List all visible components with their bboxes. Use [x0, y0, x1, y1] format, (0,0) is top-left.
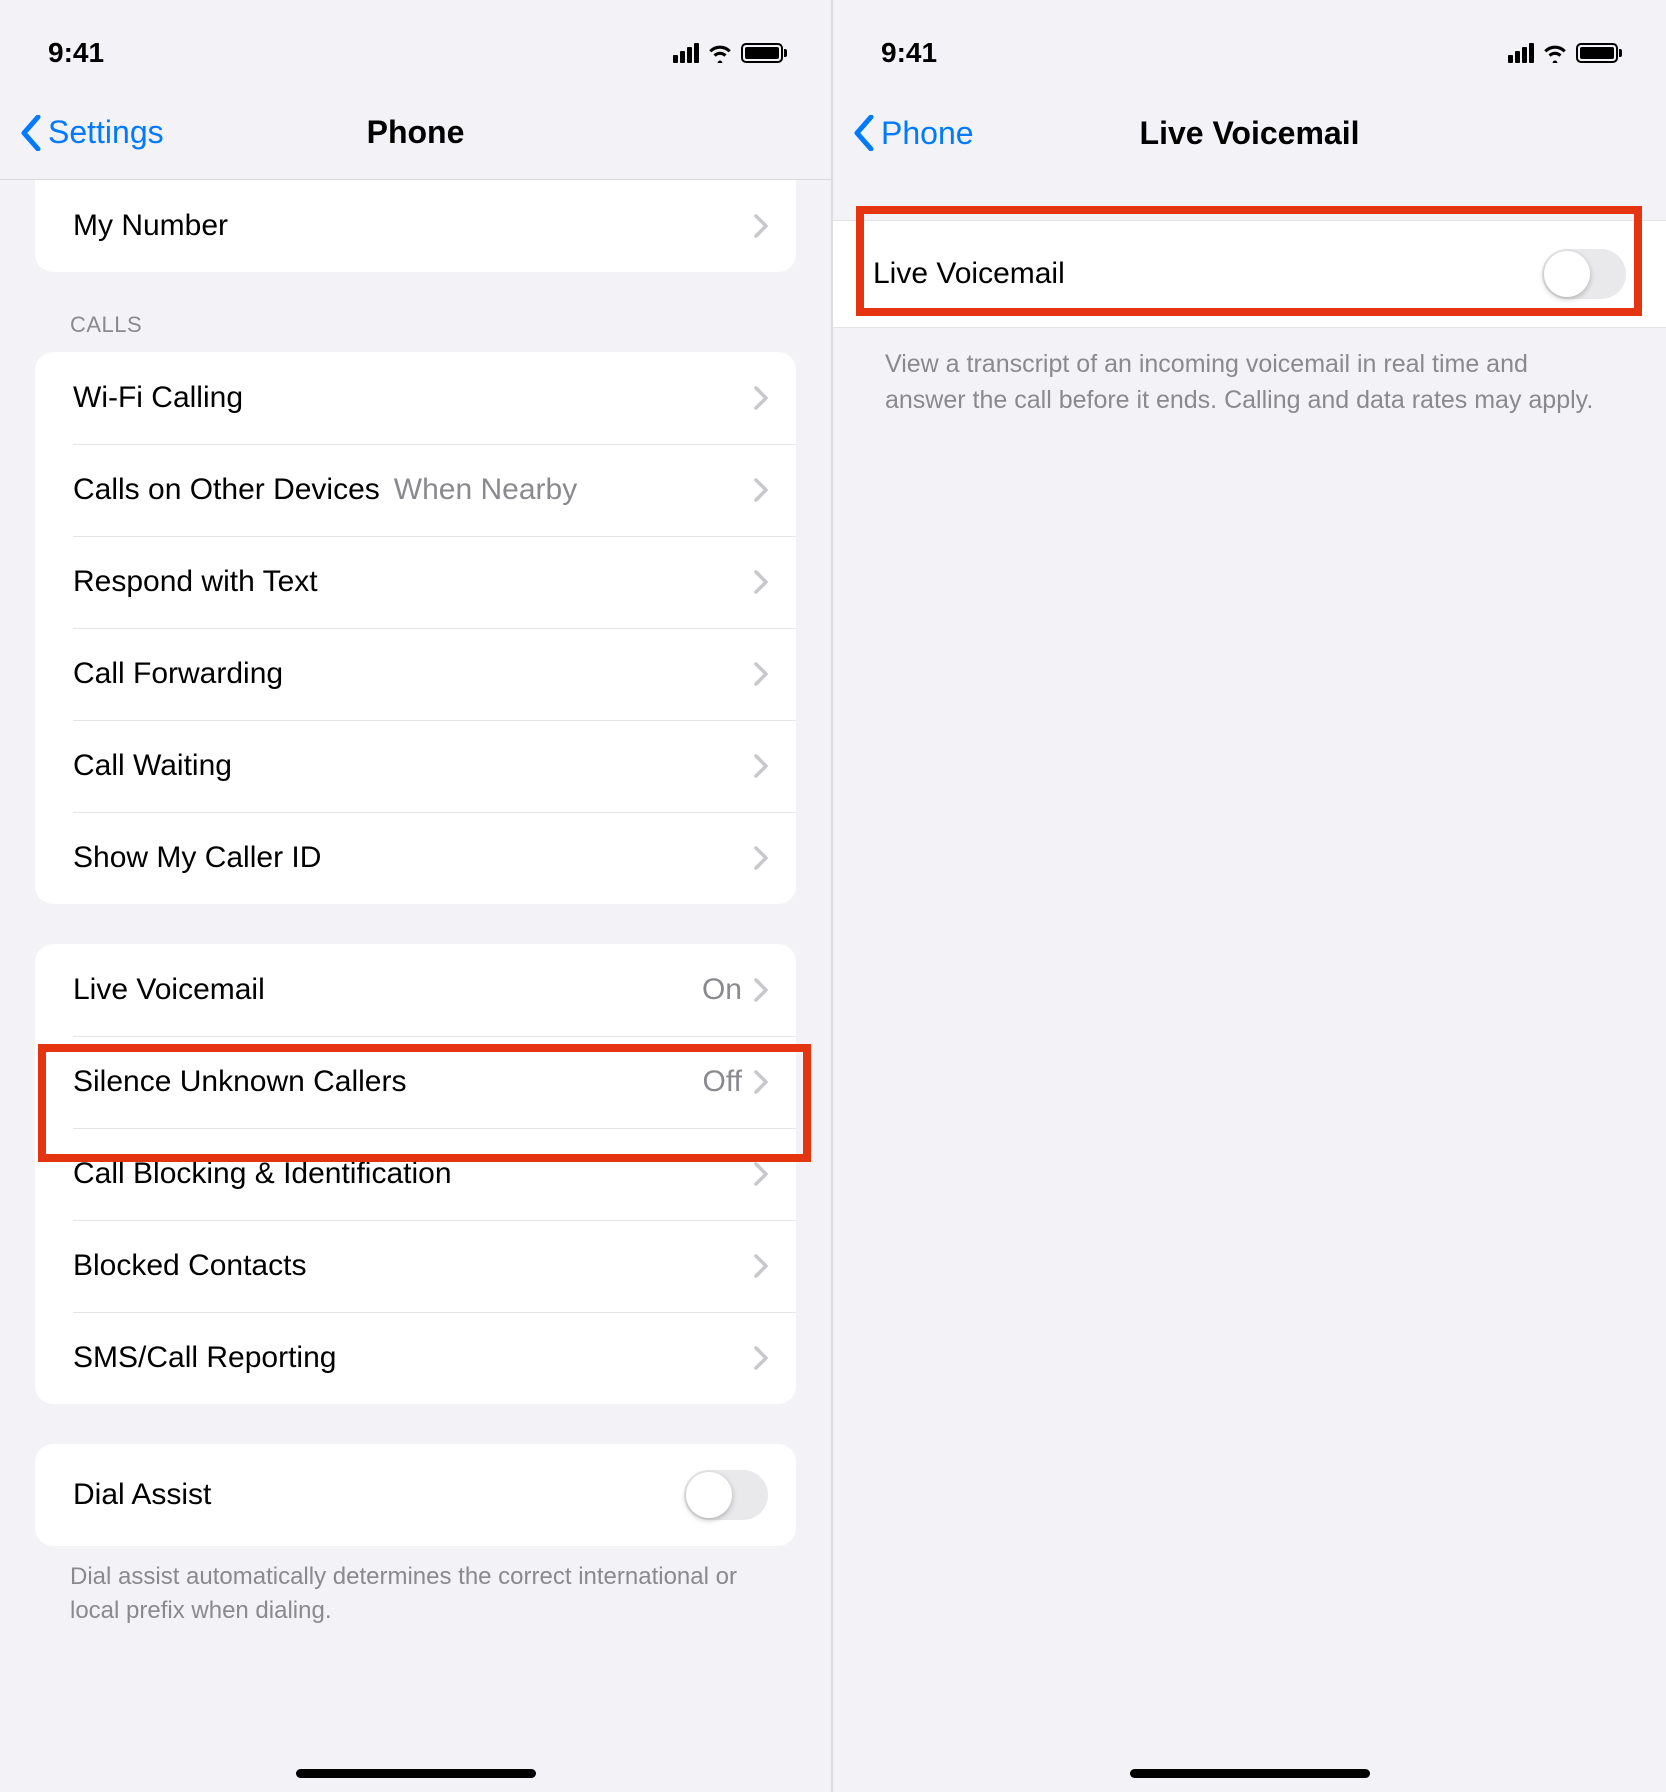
group-my-number: My Number	[35, 180, 796, 272]
row-respond-with-text[interactable]: Respond with Text	[35, 536, 796, 628]
chevron-right-icon	[754, 1254, 768, 1278]
live-voicemail-toggle[interactable]	[1542, 249, 1626, 299]
chevron-right-icon	[754, 386, 768, 410]
battery-icon	[1576, 43, 1618, 63]
wifi-icon	[1542, 43, 1568, 63]
chevron-right-icon	[754, 846, 768, 870]
row-silence-unknown-callers[interactable]: Silence Unknown Callers Off	[35, 1036, 796, 1128]
row-blocked-contacts[interactable]: Blocked Contacts	[35, 1220, 796, 1312]
status-bar: 9:41	[833, 0, 1666, 86]
row-call-waiting[interactable]: Call Waiting	[35, 720, 796, 812]
row-label: SMS/Call Reporting	[73, 1341, 754, 1375]
wifi-icon	[707, 43, 733, 63]
live-voicemail-screen: 9:41 Phone Live Voicemail Live Voicemail…	[833, 0, 1666, 1792]
cellular-signal-icon	[1508, 43, 1534, 63]
row-label: Respond with Text	[73, 565, 754, 599]
dial-assist-toggle[interactable]	[684, 1470, 768, 1520]
row-label: Show My Caller ID	[73, 841, 754, 875]
live-voicemail-description: View a transcript of an incoming voicema…	[885, 346, 1614, 419]
page-title: Live Voicemail	[1140, 115, 1360, 152]
page-title: Phone	[367, 114, 465, 151]
home-indicator[interactable]	[1130, 1769, 1370, 1778]
row-sms-call-reporting[interactable]: SMS/Call Reporting	[35, 1312, 796, 1404]
status-time: 9:41	[881, 37, 937, 69]
nav-bar: Phone Live Voicemail	[833, 86, 1666, 180]
status-icons	[673, 43, 783, 63]
chevron-left-icon	[20, 115, 42, 151]
row-value: Off	[703, 1065, 742, 1099]
row-label: Live Voicemail	[73, 973, 702, 1007]
group-calls: Wi-Fi Calling Calls on Other Devices Whe…	[35, 352, 796, 904]
nav-bar: Settings Phone	[0, 86, 831, 180]
chevron-right-icon	[754, 214, 768, 238]
chevron-right-icon	[754, 1346, 768, 1370]
chevron-left-icon	[853, 115, 875, 151]
row-label: Call Forwarding	[73, 657, 754, 691]
chevron-right-icon	[754, 570, 768, 594]
content-area: Live Voicemail View a transcript of an i…	[833, 180, 1666, 459]
back-label: Phone	[881, 115, 974, 152]
row-label: Call Waiting	[73, 749, 754, 783]
row-value: On	[702, 973, 742, 1007]
row-label: Calls on Other Devices	[73, 473, 380, 507]
back-button[interactable]: Phone	[853, 115, 974, 152]
status-time: 9:41	[48, 37, 104, 69]
row-label: Silence Unknown Callers	[73, 1065, 703, 1099]
chevron-right-icon	[754, 754, 768, 778]
row-live-voicemail-toggle[interactable]: Live Voicemail	[833, 220, 1666, 328]
row-my-number[interactable]: My Number	[35, 180, 796, 272]
chevron-right-icon	[754, 978, 768, 1002]
content-area: My Number CALLS Wi-Fi Calling Calls on O…	[0, 180, 831, 1667]
row-call-forwarding[interactable]: Call Forwarding	[35, 628, 796, 720]
chevron-right-icon	[754, 1162, 768, 1186]
cellular-signal-icon	[673, 43, 699, 63]
row-label: Call Blocking & Identification	[73, 1157, 754, 1191]
dial-assist-footer: Dial assist automatically determines the…	[70, 1560, 771, 1627]
row-call-blocking-identification[interactable]: Call Blocking & Identification	[35, 1128, 796, 1220]
chevron-right-icon	[754, 1070, 768, 1094]
back-label: Settings	[48, 114, 164, 151]
battery-icon	[741, 43, 783, 63]
row-label: My Number	[73, 209, 754, 243]
status-bar: 9:41	[0, 0, 831, 86]
row-show-my-caller-id[interactable]: Show My Caller ID	[35, 812, 796, 904]
row-calls-on-other-devices[interactable]: Calls on Other Devices When Nearby	[35, 444, 796, 536]
row-label: Wi-Fi Calling	[73, 381, 754, 415]
section-header-calls: CALLS	[70, 312, 771, 338]
status-icons	[1508, 43, 1618, 63]
chevron-right-icon	[754, 478, 768, 502]
phone-settings-screen: 9:41 Settings Phone My Number CALLS Wi-F…	[0, 0, 833, 1792]
row-label: Blocked Contacts	[73, 1249, 754, 1283]
row-label: Live Voicemail	[873, 257, 1542, 291]
row-dial-assist[interactable]: Dial Assist	[35, 1444, 796, 1546]
back-button[interactable]: Settings	[20, 114, 164, 151]
group-dial-assist: Dial Assist	[35, 1444, 796, 1546]
row-wifi-calling[interactable]: Wi-Fi Calling	[35, 352, 796, 444]
group-voicemail-blocking: Live Voicemail On Silence Unknown Caller…	[35, 944, 796, 1404]
row-value: When Nearby	[394, 473, 742, 507]
row-label: Dial Assist	[73, 1478, 684, 1512]
row-live-voicemail[interactable]: Live Voicemail On	[35, 944, 796, 1036]
home-indicator[interactable]	[296, 1769, 536, 1778]
chevron-right-icon	[754, 662, 768, 686]
